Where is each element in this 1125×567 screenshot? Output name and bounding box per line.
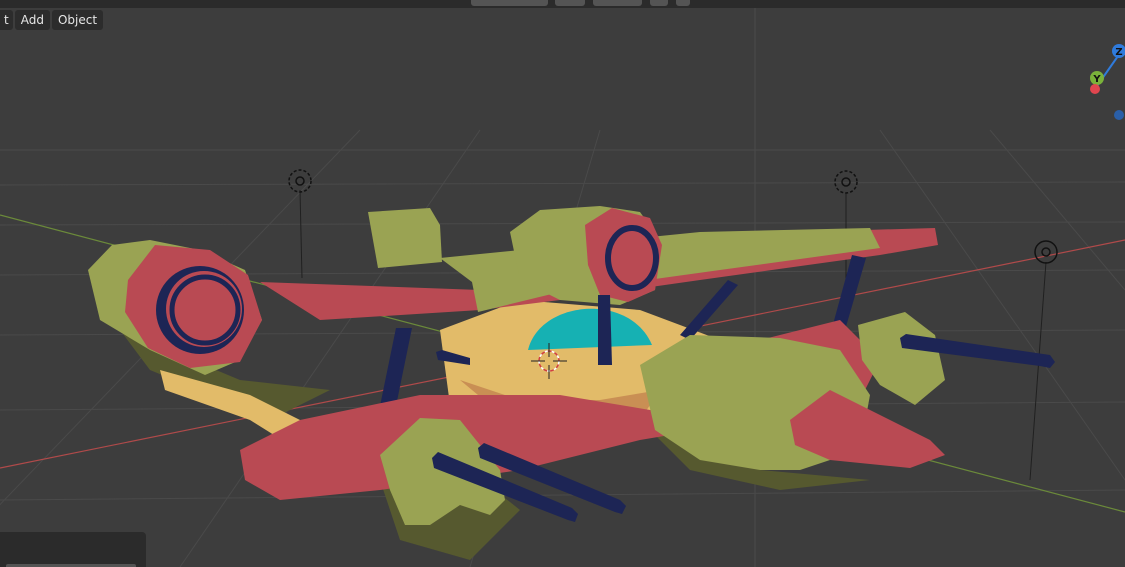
strut-right-a [680,280,738,340]
strut-right-b [832,255,866,330]
header-xray-widget[interactable] [676,0,690,6]
left-engine-hole [166,271,242,347]
header-view-widget[interactable] [471,0,548,6]
right-wingtip-pod [858,312,945,405]
add-menu[interactable]: Add [14,10,50,30]
header-overlay-widget[interactable] [650,0,668,6]
viewport-menu-bar: t Add Object [0,10,104,32]
header-snap-widget[interactable] [593,0,642,6]
navigation-gizmo[interactable]: Z Y [1090,44,1125,120]
gizmo-y-label: Y [1092,74,1101,85]
tail-fin [368,208,442,268]
gizmo-x-axis-handle[interactable] [1090,84,1100,94]
header-pivot-widget[interactable] [555,0,585,6]
object-menu[interactable]: Object [51,10,104,30]
select-menu[interactable]: t [0,10,13,30]
gizmo-negative-z-handle[interactable] [1114,110,1124,120]
airplane-model[interactable] [88,206,1055,560]
gizmo-z-label: Z [1115,47,1122,58]
3d-viewport[interactable]: Z Y [0,0,1125,567]
strut-center [598,295,612,365]
last-operation-panel[interactable] [0,532,146,567]
